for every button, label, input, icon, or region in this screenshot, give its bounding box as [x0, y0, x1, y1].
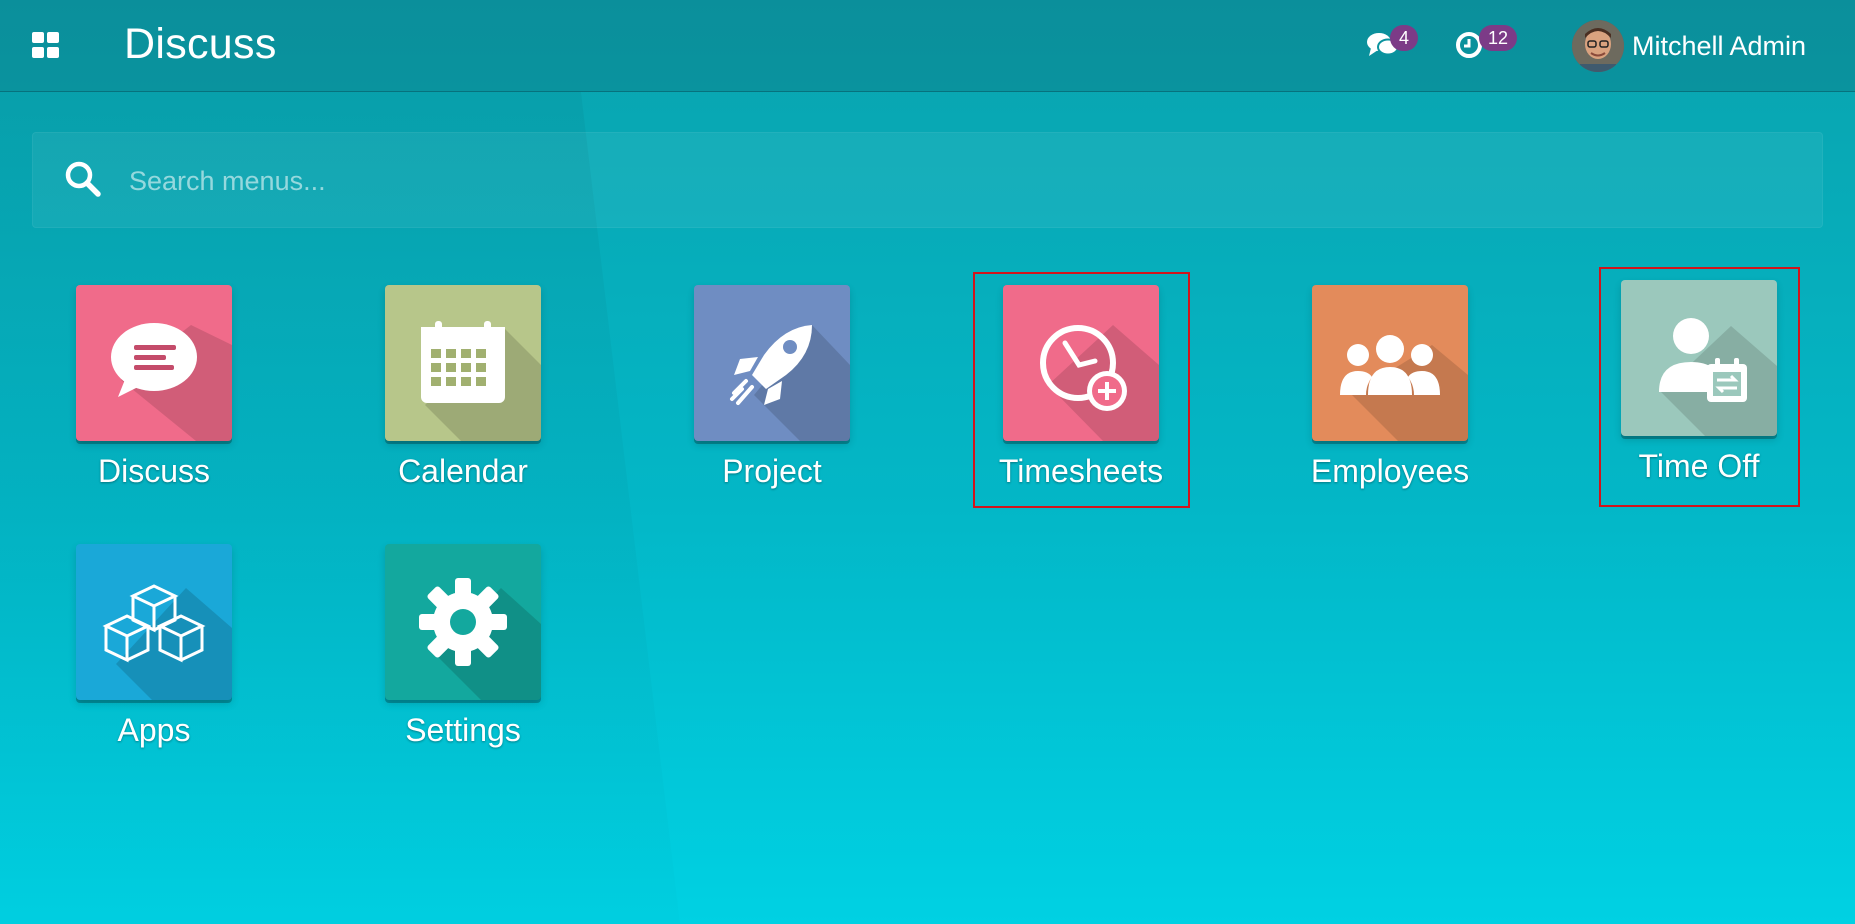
user-menu[interactable]: Mitchell Admin	[1572, 18, 1806, 74]
search-input[interactable]	[127, 155, 1781, 207]
messages-button[interactable]: 4	[1366, 22, 1428, 68]
app-icon-project	[694, 285, 850, 441]
avatar	[1572, 20, 1624, 72]
app-label-time-off: Time Off	[1638, 448, 1760, 484]
gear-icon	[419, 578, 541, 700]
app-employees[interactable]: Employees	[1260, 285, 1520, 490]
people-icon	[1340, 335, 1468, 441]
user-name: Mitchell Admin	[1632, 30, 1807, 61]
app-icon-timesheets	[1003, 285, 1159, 441]
app-project[interactable]: Project	[642, 285, 902, 490]
app-icon-discuss	[76, 285, 232, 441]
app-apps[interactable]: Apps	[24, 544, 284, 749]
app-title: Discuss	[124, 20, 277, 68]
activities-badge: 12	[1479, 25, 1518, 51]
app-discuss[interactable]: Discuss	[24, 285, 284, 490]
calendar-icon	[421, 321, 541, 441]
app-icon-employees	[1312, 285, 1468, 441]
app-label-calendar: Calendar	[398, 453, 528, 489]
search-bar	[32, 132, 1823, 228]
app-label-timesheets: Timesheets	[998, 453, 1164, 489]
apps-grid-icon[interactable]	[32, 32, 60, 58]
app-icon-settings	[385, 544, 541, 700]
search-icon	[65, 161, 101, 197]
app-label-employees: Employees	[1310, 453, 1470, 489]
app-label-project: Project	[722, 453, 822, 489]
app-calendar[interactable]: Calendar	[333, 285, 593, 490]
app-settings[interactable]: Settings	[333, 544, 593, 749]
app-time-off[interactable]: Time Off	[1569, 280, 1829, 485]
top-navbar: Discuss 4 12 Mitchell Admin	[0, 0, 1855, 92]
rocket-icon	[730, 325, 850, 441]
app-icon-apps	[76, 544, 232, 700]
activities-button[interactable]: 12	[1455, 22, 1525, 68]
cubes-icon	[102, 584, 232, 700]
app-label-apps: Apps	[117, 712, 191, 748]
app-icon-calendar	[385, 285, 541, 441]
messages-badge: 4	[1390, 25, 1419, 51]
app-label-discuss: Discuss	[97, 453, 210, 489]
clock-plus-icon	[1040, 325, 1159, 441]
chat-bubble-icon	[111, 323, 232, 441]
app-label-settings: Settings	[405, 712, 521, 748]
app-timesheets[interactable]: Timesheets	[951, 285, 1211, 490]
person-calendar-icon	[1659, 318, 1777, 436]
app-icon-time-off	[1621, 280, 1777, 436]
user-avatar-icon	[1572, 20, 1624, 72]
